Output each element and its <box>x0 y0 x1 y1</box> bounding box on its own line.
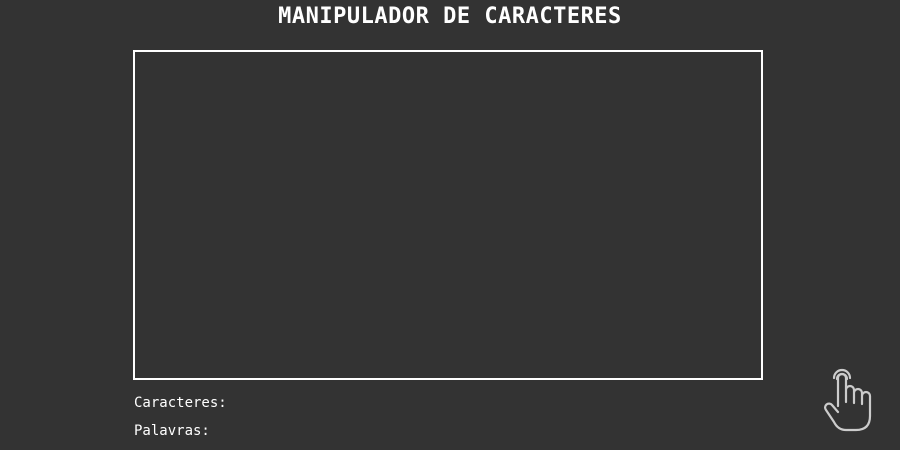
text-input-area[interactable] <box>133 50 763 380</box>
characters-label: Caracteres: <box>134 395 227 411</box>
hand-pointer-icon <box>818 362 878 434</box>
words-label: Palavras: <box>134 423 210 439</box>
words-count: Palavras: <box>134 422 216 440</box>
characters-count: Caracteres: <box>134 394 233 412</box>
page-title: MANIPULADOR DE CARACTERES <box>278 4 622 29</box>
